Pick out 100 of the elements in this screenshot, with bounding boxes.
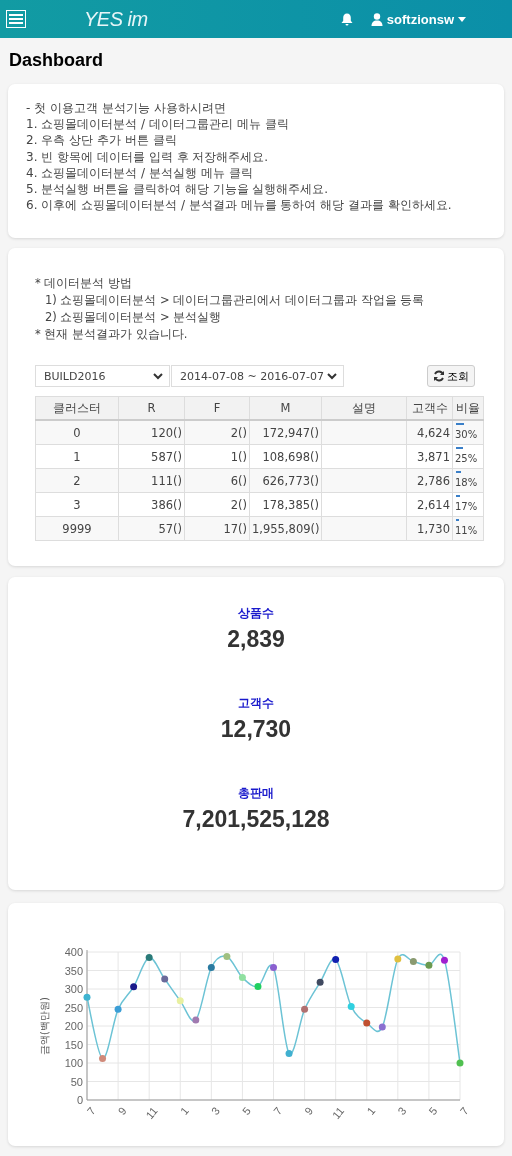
y-tick-label: 350	[64, 964, 83, 977]
table-cell: 386()	[118, 492, 185, 517]
table-cell: 1,730	[406, 516, 453, 541]
y-tick-label: 100	[64, 1057, 83, 1069]
method-text: 1) 쇼핑몰데이터분석 > 데이터그룹관리에서 데이터그룹과 작업을 등록	[44, 292, 426, 309]
x-tick-label: 9	[115, 1104, 129, 1118]
table-cell: 6()	[184, 468, 250, 493]
data-point	[270, 964, 277, 972]
guide-text: 2. 우측 상단 추가 버튼 클릭	[26, 132, 178, 149]
column-header: 설명	[321, 396, 407, 420]
data-point	[130, 983, 138, 991]
column-header: M	[249, 396, 322, 420]
x-tick-label: 7	[84, 1104, 98, 1118]
table-cell: 1,955,809()	[249, 516, 322, 541]
column-header: R	[118, 396, 185, 420]
data-point	[409, 958, 417, 966]
table-cell: 111()	[118, 468, 185, 493]
x-tick-label: 5	[239, 1104, 254, 1118]
y-tick-label: 250	[64, 1001, 83, 1014]
table-cell: 4,624	[406, 420, 453, 445]
data-point	[378, 1023, 386, 1031]
data-point	[83, 993, 91, 1001]
guide-text: 1. 쇼핑몰데이터분석 / 데이터그룹관리 메뉴 클릭	[26, 116, 290, 133]
data-point	[114, 1005, 122, 1013]
user-menu[interactable]: softzionsw	[370, 11, 466, 27]
table-cell: 108,698()	[249, 444, 322, 469]
table-cell: 1()	[184, 444, 250, 469]
data-point	[316, 978, 324, 986]
table-cell: 587()	[118, 444, 185, 469]
chevron-icon	[327, 372, 337, 380]
person-icon	[370, 12, 383, 26]
x-tick-label: 9	[302, 1104, 316, 1118]
y-tick-label: 150	[64, 1038, 83, 1051]
ratio-text: 18%	[455, 475, 479, 488]
guide-text: - 첫 이용고객 분석기능 사용하시려면	[26, 100, 227, 117]
column-header: F	[184, 396, 250, 420]
table-cell: 2()	[184, 492, 250, 517]
table-cell: 2,614	[406, 492, 453, 517]
data-point	[161, 975, 169, 983]
guide-text: 5. 분석실행 버튼을 클릭하여 해당 기능을 실행해주세요.	[26, 181, 330, 198]
y-tick-label: 400	[64, 946, 83, 958]
table-cell: 0	[35, 420, 119, 445]
data-point	[456, 1059, 464, 1067]
chevron-icon	[153, 372, 163, 380]
x-tick-label: 7	[457, 1104, 471, 1118]
period-select[interactable]: 2014-07-08 ~ 2016-07-07	[171, 365, 344, 387]
guide-text: 6. 이후에 쇼핑몰데이터분석 / 분석결과 메뉴를 통하여 해당 결과를 확인하세요.	[26, 197, 453, 214]
search-button[interactable]: 조회	[427, 365, 475, 387]
data-point	[440, 956, 448, 964]
x-tick-label: 5	[426, 1104, 440, 1118]
method-text: 2) 쇼핑몰데이터분석 > 분석실행	[44, 309, 223, 326]
ratio-text: 11%	[455, 523, 479, 536]
table-cell: 1	[35, 444, 119, 469]
table-cell: 626,773()	[249, 468, 322, 493]
ratio-text: 17%	[455, 499, 479, 512]
ratio-text: 25%	[455, 451, 479, 464]
page-title: Dashboard	[8, 49, 105, 72]
data-point	[223, 952, 231, 960]
column-header: 비율	[452, 396, 484, 420]
data-point	[176, 997, 184, 1005]
table-cell: 178,385()	[249, 492, 322, 517]
data-point	[332, 955, 340, 963]
data-point	[425, 961, 433, 969]
stat-label: 고객수	[238, 695, 274, 712]
ratio-text: 30%	[455, 427, 479, 440]
x-tick-label: 1	[364, 1104, 378, 1118]
data-point	[301, 1005, 309, 1013]
data-point	[207, 964, 215, 972]
bell-icon[interactable]	[340, 12, 353, 26]
menu-button[interactable]	[6, 10, 26, 28]
data-point	[99, 1055, 107, 1063]
table-cell: 17()	[184, 516, 250, 541]
x-tick-label: 3	[208, 1104, 222, 1118]
table-cell: 2()	[184, 420, 250, 445]
y-tick-label: 50	[70, 1075, 83, 1088]
data-point	[238, 974, 246, 982]
stat-label: 총판매	[238, 785, 274, 802]
table-cell: 172,947()	[249, 420, 322, 445]
table-cell: 3	[35, 492, 119, 517]
x-tick-label: 11	[329, 1104, 347, 1122]
column-header: 고객수	[406, 396, 453, 420]
method-text: * 데이터분석 방법	[35, 275, 134, 292]
x-tick-label: 1	[177, 1104, 191, 1118]
caret-icon	[458, 16, 466, 22]
table-cell: 9999	[35, 516, 119, 541]
x-tick-label: 7	[271, 1104, 285, 1118]
stat-value: 12,730	[220, 716, 292, 743]
stat-label: 상품수	[238, 605, 274, 622]
data-point	[254, 982, 262, 990]
data-point	[363, 1019, 371, 1027]
y-tick-label: 200	[64, 1020, 83, 1032]
table-cell: 57()	[118, 516, 185, 541]
y-tick-label: 0	[76, 1094, 83, 1106]
group-select[interactable]: BUILD2016	[35, 365, 170, 387]
guide-text: 4. 쇼핑몰데이터분석 / 분석실행 메뉴 클릭	[26, 164, 254, 181]
data-point	[145, 954, 153, 962]
x-tick-label: 11	[143, 1104, 160, 1122]
table-cell: 2,786	[406, 468, 453, 493]
table-cell: 120()	[118, 420, 185, 445]
refresh-icon	[433, 370, 445, 382]
